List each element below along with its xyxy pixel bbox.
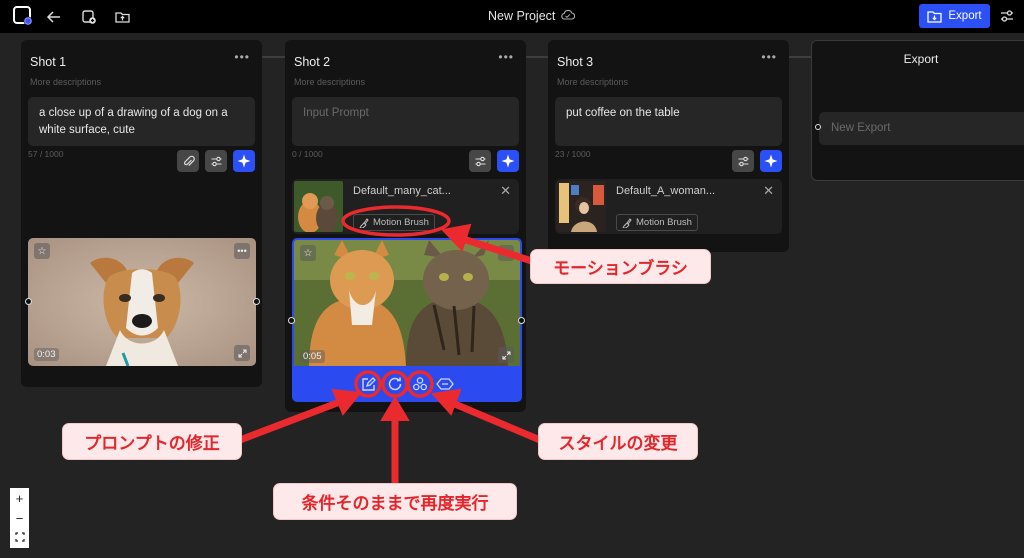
reference-name: Default_many_cat... [353,185,451,197]
shot-title[interactable]: Shot 1 [30,55,66,69]
annotation-regenerate: 条件そのままで再度実行 [273,483,517,520]
export-button[interactable]: Export [919,4,990,28]
export-panel-title: Export [903,52,939,66]
motion-brush-button[interactable]: Motion Brush [616,214,698,231]
favorite-star-icon[interactable]: ☆ [300,245,316,261]
edit-prompt-icon[interactable] [356,372,380,396]
shot-title[interactable]: Shot 2 [294,55,330,69]
annotation-motion-brush: モーションブラシ [530,249,711,284]
sliders-icon[interactable] [997,6,1017,26]
prompt-input[interactable]: put coffee on the table [555,97,782,146]
clip-action-bar [292,366,522,402]
connection-handle[interactable] [253,298,260,305]
dog-video-thumbnail [28,238,256,366]
settings-button[interactable] [469,150,491,172]
shot-description[interactable]: More descriptions [30,77,101,87]
zoom-controls: + − [10,488,29,548]
shot-card-3[interactable]: Shot 3 ••• More descriptions put coffee … [548,40,789,252]
paperclip-icon [183,155,195,166]
zoom-out-button[interactable]: − [16,512,24,525]
project-title-text: New Project [488,9,556,23]
shot-title[interactable]: Shot 3 [557,55,593,69]
export-download-icon [927,10,943,23]
new-export-input[interactable]: New Export [819,112,1024,145]
reference-image-row[interactable]: Default_many_cat... ✕ Motion Brush [292,179,519,234]
sliders-icon [738,156,748,166]
brush-icon [622,217,632,228]
cats-reference-thumbnail [294,181,343,232]
sparkle-icon [764,154,778,168]
video-duration: 0:05 [300,350,325,363]
upload-folder-icon[interactable] [112,7,132,27]
char-count: 23 / 1000 [555,149,591,159]
connection-handle[interactable] [288,317,295,324]
new-shot-icon[interactable] [79,7,99,27]
more-options-icon[interactable]: ••• [761,50,777,64]
favorite-star-icon[interactable]: ☆ [34,243,50,259]
reference-image-row[interactable]: Default_A_woman... ✕ Motion Brush [555,179,782,234]
close-icon[interactable]: ✕ [500,183,511,199]
connection-handle[interactable] [815,124,821,130]
video-clip-1[interactable]: ☆ ••• 0:03 [28,238,256,366]
more-options-icon[interactable]: ••• [234,243,250,259]
shot-description[interactable]: More descriptions [557,77,628,87]
prompt-input[interactable]: Input Prompt [292,97,519,146]
generate-button[interactable] [760,150,782,172]
export-button-label: Export [948,10,982,22]
fit-view-button[interactable] [14,531,25,545]
connection-handle[interactable] [518,317,525,324]
motion-brush-label: Motion Brush [373,217,429,228]
prompt-input[interactable]: a close up of a drawing of a dog on a wh… [28,97,255,146]
sparkle-icon [237,154,251,168]
shot-connector [262,56,286,58]
app-logo-icon[interactable] [12,5,34,27]
woman-cafe-reference-thumbnail [557,181,606,232]
extend-icon[interactable] [433,372,457,396]
expand-icon[interactable] [234,345,250,361]
brush-icon [359,217,369,228]
annotation-change-style: スタイルの変更 [538,423,698,460]
reference-name: Default_A_woman... [616,185,716,197]
shot-connector [789,56,813,58]
back-arrow-icon[interactable] [44,7,64,27]
style-change-icon[interactable] [408,372,432,396]
expand-icon[interactable] [498,347,514,363]
zoom-in-button[interactable]: + [16,492,24,505]
motion-brush-button[interactable]: Motion Brush [353,214,435,231]
sparkle-icon [501,154,515,168]
more-options-icon[interactable]: ••• [234,50,250,64]
settings-button[interactable] [205,150,227,172]
shot-description[interactable]: More descriptions [294,77,365,87]
settings-button[interactable] [732,150,754,172]
sliders-icon [475,156,485,166]
annotation-edit-prompt: プロンプトの修正 [62,423,242,460]
sliders-icon [211,156,221,166]
generate-button[interactable] [233,150,255,172]
motion-brush-label: Motion Brush [636,217,692,228]
cats-video-thumbnail [294,240,520,368]
more-options-icon[interactable]: ••• [498,50,514,64]
top-bar: New Project Export [0,0,1024,33]
regenerate-icon[interactable] [383,372,407,396]
close-icon[interactable]: ✕ [763,183,774,199]
video-duration: 0:03 [34,348,59,361]
fit-view-icon [14,531,25,542]
cloud-sync-icon [560,9,576,23]
connection-handle[interactable] [25,298,32,305]
char-count: 0 / 1000 [292,149,323,159]
char-count: 57 / 1000 [28,149,64,159]
shot-connector [525,56,549,58]
project-title[interactable]: New Project [488,9,576,23]
generate-button[interactable] [497,150,519,172]
attach-button[interactable] [177,150,199,172]
video-clip-2[interactable]: ☆ ••• 0:05 [292,238,522,368]
more-options-icon[interactable]: ••• [498,245,514,261]
export-panel[interactable]: Export New Export [811,40,1024,181]
